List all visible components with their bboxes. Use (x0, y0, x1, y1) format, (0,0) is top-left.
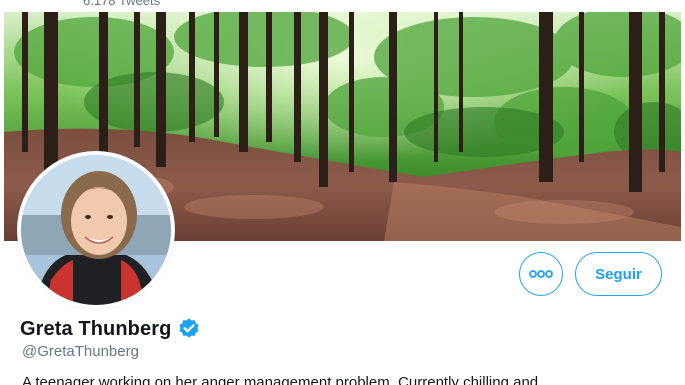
verified-badge-icon (179, 318, 199, 338)
more-options-button[interactable] (519, 252, 563, 296)
follow-button-label: Seguir (595, 265, 642, 283)
display-name: Greta Thunberg (20, 317, 172, 340)
avatar-frame[interactable] (17, 151, 175, 309)
tweet-count: 6.178 Tweets (83, 0, 161, 8)
avatar[interactable] (21, 155, 171, 305)
more-dots-icon (529, 270, 553, 278)
profile-header-bar: 6.178 Tweets (0, 0, 685, 12)
profile-page: 6.178 Tweets Seguir Greta Thunberg @Gret… (0, 0, 685, 385)
profile-handle: @GretaThunberg (22, 343, 139, 360)
follow-button[interactable]: Seguir (575, 252, 662, 296)
profile-name-row: Greta Thunberg (20, 315, 201, 343)
profile-bio: A teenager working on her anger manageme… (22, 374, 539, 385)
